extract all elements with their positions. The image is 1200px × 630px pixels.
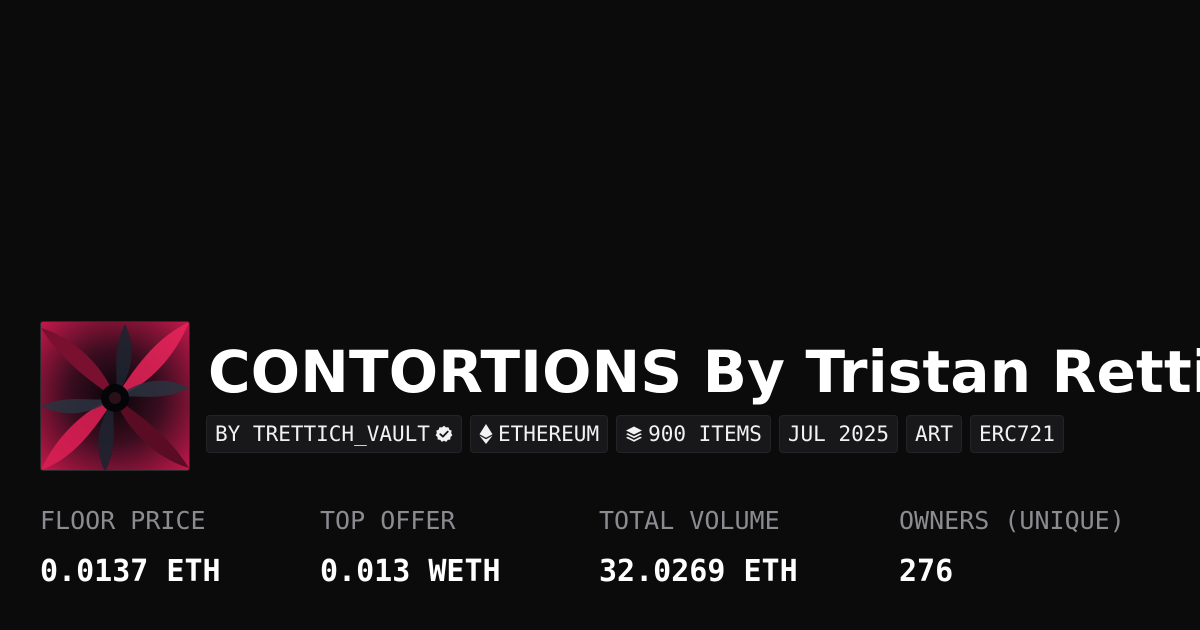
collection-preview-card: CONTORTIONS By Tristan Rettich BY TRETTI… <box>0 0 1200 630</box>
collection-tags: BY TRETTICH_VAULT ETHEREUM 900 ITEMS JUL… <box>206 415 1064 453</box>
floor-price-label: FLOOR PRICE <box>40 506 206 535</box>
items-tag-label: 900 ITEMS <box>648 422 762 446</box>
date-tag-label: JUL 2025 <box>787 422 890 446</box>
creator-tag[interactable]: BY TRETTICH_VAULT <box>206 415 462 453</box>
verified-badge-icon <box>435 425 453 442</box>
owners-stat: OWNERS (UNIQUE) 276 <box>899 505 1125 590</box>
owners-label: OWNERS (UNIQUE) <box>899 506 1125 535</box>
top-offer-value: 0.013 WETH <box>320 554 501 589</box>
top-offer-stat: TOP OFFER 0.013 WETH <box>320 505 501 590</box>
collection-thumbnail[interactable] <box>40 321 190 471</box>
creator-tag-label: BY TRETTICH_VAULT <box>215 422 430 446</box>
floor-price-value: 0.0137 ETH <box>40 554 221 589</box>
total-volume-value: 32.0269 ETH <box>599 554 798 589</box>
category-tag[interactable]: ART <box>906 415 962 453</box>
date-tag: JUL 2025 <box>778 415 899 453</box>
ethereum-icon <box>479 424 493 444</box>
top-offer-label: TOP OFFER <box>320 506 456 535</box>
abstract-artwork-image <box>41 322 189 470</box>
chain-tag[interactable]: ETHEREUM <box>469 415 609 453</box>
owners-value: 276 <box>899 554 954 589</box>
items-tag[interactable]: 900 ITEMS <box>616 415 771 453</box>
standard-tag: ERC721 <box>969 415 1064 453</box>
chain-tag-label: ETHEREUM <box>497 422 600 446</box>
collection-stats: FLOOR PRICE 0.0137 ETH TOP OFFER 0.013 W… <box>40 505 1180 605</box>
layers-icon <box>626 426 643 442</box>
collection-title: CONTORTIONS By Tristan Rettich <box>208 338 1200 406</box>
total-volume-stat: TOTAL VOLUME 32.0269 ETH <box>599 505 798 590</box>
category-tag-label: ART <box>915 422 953 446</box>
standard-tag-label: ERC721 <box>978 422 1055 446</box>
floor-price-stat: FLOOR PRICE 0.0137 ETH <box>40 505 221 590</box>
total-volume-label: TOTAL VOLUME <box>599 506 780 535</box>
